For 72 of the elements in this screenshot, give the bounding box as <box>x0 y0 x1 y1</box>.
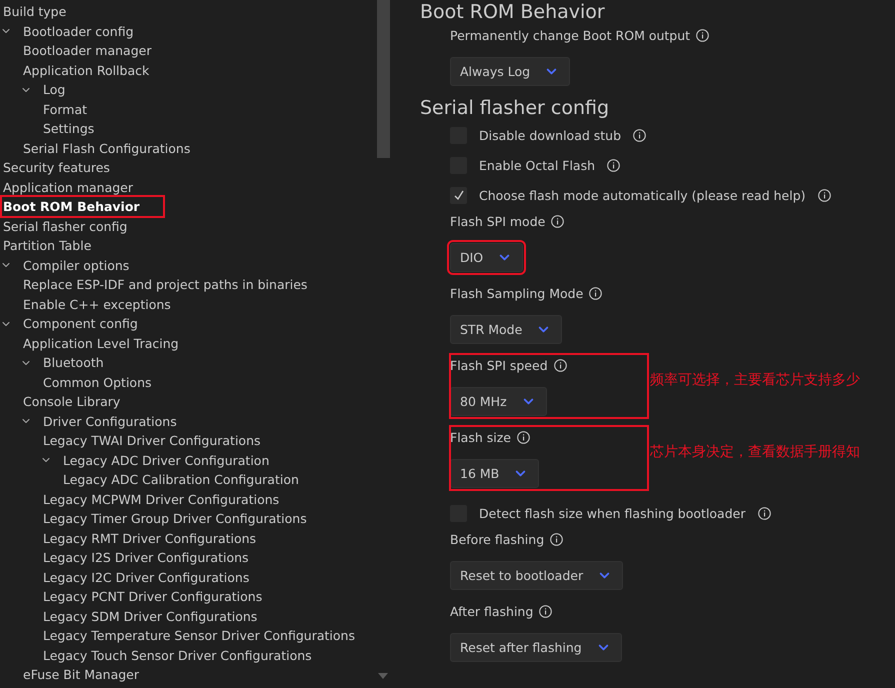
setting-label: Flash Sampling Mode <box>450 286 584 300</box>
section-heading: Boot ROM Behavior <box>420 0 606 24</box>
info-icon[interactable] <box>633 128 646 142</box>
tree-item[interactable]: Legacy ADC Driver Configuration <box>63 452 270 469</box>
setting-label: Permanently change Boot ROM output <box>450 28 690 42</box>
tree-item[interactable]: Console Library <box>23 393 120 410</box>
info-icon[interactable] <box>607 158 620 172</box>
info-icon[interactable] <box>539 604 552 618</box>
info-icon[interactable] <box>551 214 564 228</box>
section-heading: Serial flasher config <box>420 96 610 120</box>
tree-item[interactable]: Serial flasher config <box>3 218 128 235</box>
tree-item[interactable]: Common Options <box>43 374 152 391</box>
tree-item[interactable]: Compiler options <box>23 256 130 274</box>
tree-item[interactable]: Legacy I2C Driver Configurations <box>43 568 250 586</box>
info-icon[interactable] <box>589 286 602 300</box>
info-icon[interactable] <box>554 358 567 372</box>
setting-label: Disable download stub <box>479 128 622 142</box>
setting-label: Flash SPI mode <box>450 214 546 228</box>
tree-item[interactable]: Bootloader config <box>23 22 134 40</box>
tree-item[interactable]: eFuse Bit Manager <box>23 666 140 684</box>
checkmark-icon <box>452 189 464 201</box>
tree-item[interactable]: Legacy ADC Calibration Configuration <box>63 471 299 488</box>
tree-item[interactable]: Settings <box>43 120 94 138</box>
annotation-note: 频率可选择，主要看芯片支持多少 <box>650 371 860 389</box>
tree-item[interactable]: Legacy MCPWM Driver Configurations <box>43 490 280 508</box>
tree-item[interactable]: Security features <box>3 159 110 176</box>
info-icon[interactable] <box>516 430 530 444</box>
tree-item[interactable]: Legacy TWAI Driver Configurations <box>43 432 261 450</box>
info-icon[interactable] <box>696 28 710 42</box>
tree-item[interactable]: Legacy Temperature Sensor Driver Configurations <box>43 627 355 644</box>
setting-label: After flashing <box>450 604 534 618</box>
setting-label: Detect flash size when flashing bootloader <box>479 506 746 520</box>
info-icon[interactable] <box>550 532 564 546</box>
tree-item[interactable]: Bootloader manager <box>23 42 152 60</box>
setting-label: Choose flash mode automatically (please read help) <box>479 188 806 202</box>
tree-item[interactable]: Application manager <box>3 178 133 196</box>
tree-item[interactable]: Component config <box>23 315 138 332</box>
scrollbar-thumb[interactable] <box>377 0 390 158</box>
info-icon[interactable] <box>818 188 831 202</box>
tree-item[interactable]: Build type <box>3 3 66 20</box>
tree-item[interactable]: Boot ROM Behavior <box>3 198 162 216</box>
setting-label: Flash size <box>450 430 511 444</box>
checkbox[interactable] <box>450 186 467 204</box>
tree-item[interactable]: Serial Flash Configurations <box>23 140 190 157</box>
dropdown[interactable]: Always Log <box>450 57 570 86</box>
tree-item[interactable]: Format <box>43 100 88 118</box>
tree-item[interactable]: Partition Table <box>3 237 92 254</box>
setting-label: Enable Octal Flash <box>479 158 596 172</box>
dropdown[interactable]: Reset after flashing <box>450 633 622 662</box>
tree-item[interactable]: Enable C++ exceptions <box>23 296 171 313</box>
tree-item[interactable]: Legacy PCNT Driver Configurations <box>43 588 262 606</box>
dropdown[interactable]: 16 MB <box>450 459 540 488</box>
setting-label: Before flashing <box>450 532 544 546</box>
setting-label: Flash SPI speed <box>450 358 548 372</box>
tree-item[interactable]: Replace ESP-IDF and project paths in binaries <box>23 276 308 294</box>
tree-item[interactable]: Legacy Timer Group Driver Configurations <box>43 510 307 528</box>
tree-item[interactable]: Driver Configurations <box>43 412 177 430</box>
tree-item[interactable]: Legacy Touch Sensor Driver Configurations <box>43 646 312 664</box>
dropdown[interactable]: DIO <box>450 243 524 272</box>
dropdown[interactable]: Reset to bootloader <box>450 561 624 590</box>
tree-item[interactable]: Application Level Tracing <box>23 334 179 352</box>
tree-item[interactable]: Log <box>43 81 66 98</box>
dropdown[interactable]: STR Mode <box>450 315 562 344</box>
tree-item[interactable]: Application Rollback <box>23 62 150 79</box>
tree-item[interactable]: Bluetooth <box>43 354 104 372</box>
dropdown[interactable]: 80 MHz <box>450 387 547 416</box>
scroll-down-icon[interactable] <box>378 673 388 679</box>
info-icon[interactable] <box>758 506 770 520</box>
tree-item[interactable]: Legacy SDM Driver Configurations <box>43 608 258 625</box>
tree-item[interactable]: Legacy I2S Driver Configurations <box>43 549 249 566</box>
tree-item[interactable]: Legacy RMT Driver Configurations <box>43 530 256 547</box>
annotation-note: 芯片本身决定，查看数据手册得知 <box>650 443 860 461</box>
